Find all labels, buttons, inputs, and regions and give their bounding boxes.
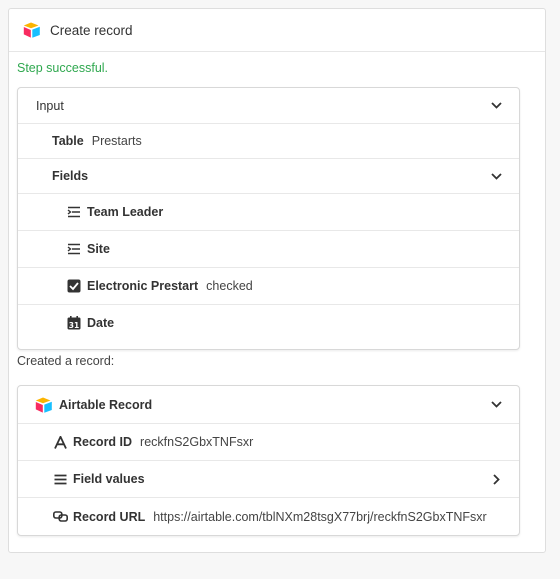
field-row-date: 31 Date xyxy=(18,305,519,341)
list-icon xyxy=(52,471,68,487)
svg-text:31: 31 xyxy=(69,321,79,330)
table-label: Table xyxy=(52,134,84,148)
record-id-row: Record ID reckfnS2GbxTNFsxr xyxy=(18,424,519,461)
step-status: Step successful. xyxy=(17,61,109,75)
field-value: checked xyxy=(206,279,253,293)
field-name: Team Leader xyxy=(87,205,164,219)
text-type-icon xyxy=(52,434,68,450)
record-url-label: Record URL xyxy=(73,509,146,524)
chevron-right-icon[interactable] xyxy=(490,473,502,485)
record-url-row: Record URL https://airtable.com/tblNXm28… xyxy=(18,498,519,535)
text-lines-icon xyxy=(66,204,82,220)
input-panel: Input Table Prestarts Fields Team Leader… xyxy=(17,87,520,350)
calendar-icon: 31 xyxy=(66,315,82,331)
record-id-value: reckfnS2GbxTNFsxr xyxy=(140,435,254,449)
record-url-value[interactable]: https://airtable.com/tblNXm28tsgX77brj/r… xyxy=(153,510,486,524)
table-row: Table Prestarts xyxy=(18,124,519,159)
chevron-down-icon[interactable] xyxy=(490,100,502,112)
field-name: Date xyxy=(87,316,115,330)
record-header-row[interactable]: Airtable Record xyxy=(18,386,519,424)
created-record-label: Created a record: xyxy=(17,354,115,368)
airtable-logo-icon xyxy=(35,397,53,413)
record-label: Airtable Record xyxy=(59,397,153,412)
field-values-label: Field values xyxy=(73,472,145,486)
input-header-row[interactable]: Input xyxy=(18,88,519,124)
field-name: Site xyxy=(87,242,110,256)
fields-header-row[interactable]: Fields xyxy=(18,159,519,194)
text-lines-icon xyxy=(66,241,82,257)
checkbox-checked-icon xyxy=(66,278,82,294)
record-panel: Airtable Record Record ID reckfnS2GbxTNF… xyxy=(17,385,520,536)
table-value: Prestarts xyxy=(91,134,142,148)
field-row-team-leader: Team Leader xyxy=(18,194,519,231)
fields-label: Fields xyxy=(52,169,89,183)
field-row-site: Site xyxy=(18,231,519,268)
card-title: Create record xyxy=(50,22,133,38)
chevron-down-icon[interactable] xyxy=(490,399,502,411)
chevron-down-icon[interactable] xyxy=(490,170,502,182)
card-header[interactable]: Create record xyxy=(9,9,545,52)
field-row-electronic-prestart: Electronic Prestart checked xyxy=(18,268,519,305)
field-values-row[interactable]: Field values xyxy=(18,461,519,498)
link-icon xyxy=(52,509,68,525)
field-name: Electronic Prestart xyxy=(87,279,199,293)
airtable-logo-icon xyxy=(23,21,41,39)
record-id-label: Record ID xyxy=(73,435,133,449)
input-label: Input xyxy=(36,98,64,113)
